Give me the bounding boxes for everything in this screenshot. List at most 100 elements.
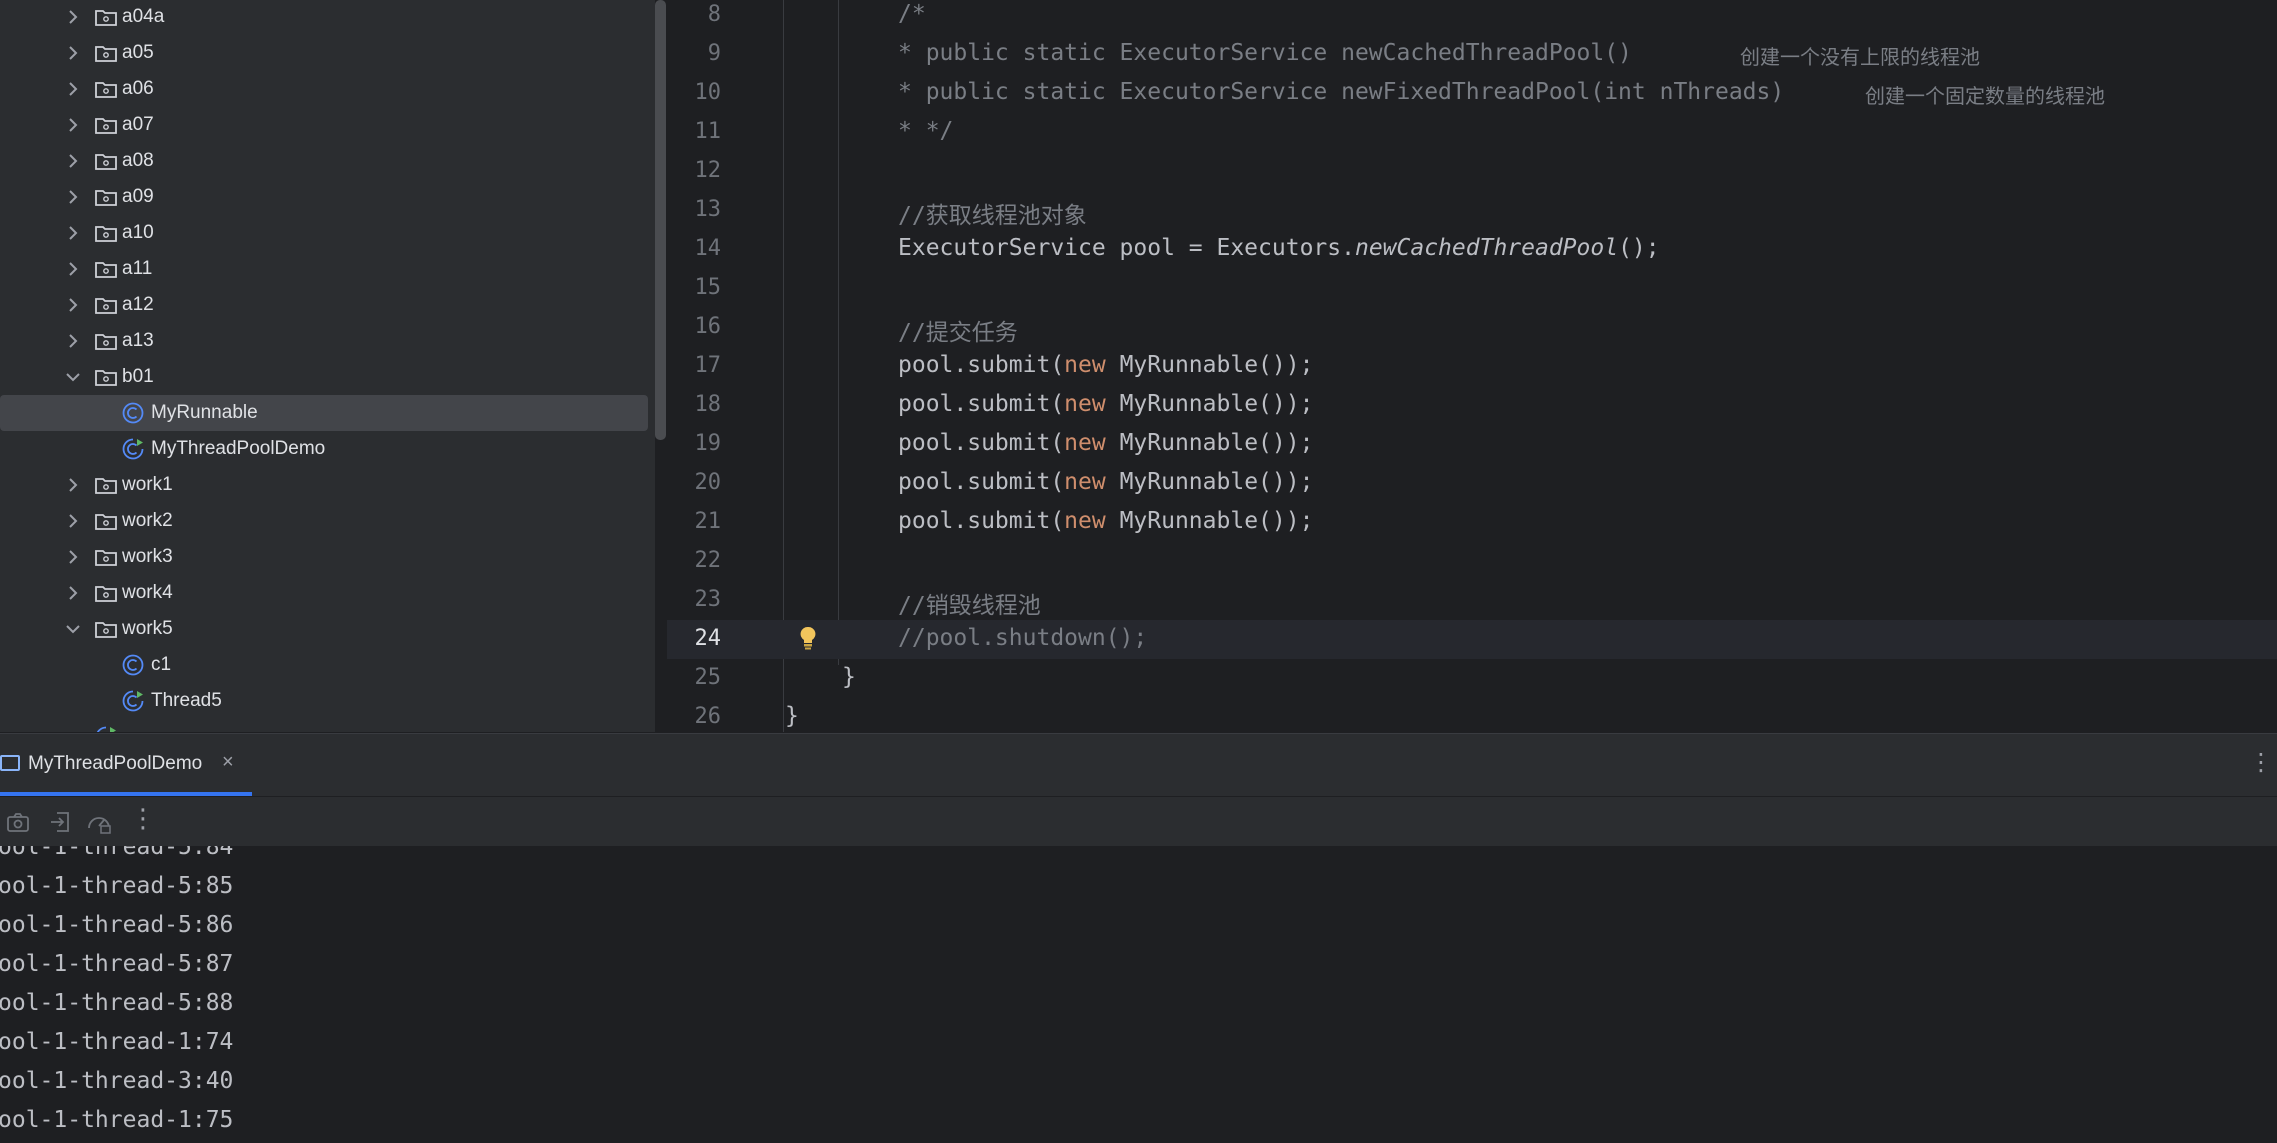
tree-item-label: work1 bbox=[122, 474, 173, 495]
tree-item-label: c1 bbox=[151, 654, 172, 675]
tree-item-a11[interactable]: a11 bbox=[0, 251, 648, 287]
tree-item-a10[interactable]: a10 bbox=[0, 215, 648, 251]
code-text: } bbox=[842, 664, 856, 690]
tree-item-work5[interactable]: work5 bbox=[0, 611, 648, 647]
tree-item-myrunnable[interactable]: MyRunnable bbox=[0, 395, 648, 431]
tab-mythreadpooldemo[interactable]: MyThreadPoolDemo × bbox=[0, 734, 252, 796]
tree-item-b01[interactable]: b01 bbox=[0, 359, 648, 395]
chevron-down-icon[interactable] bbox=[66, 370, 80, 384]
tree-item-label: b01 bbox=[122, 366, 154, 387]
chevron-right-icon[interactable] bbox=[66, 46, 80, 60]
console-output[interactable]: ool-1-thread-5:84 ool-1-thread-5:85 ool-… bbox=[0, 846, 2277, 1143]
package-folder-icon bbox=[95, 297, 117, 314]
package-folder-icon bbox=[95, 477, 117, 494]
code-text: pool.submit(new MyRunnable()); bbox=[898, 469, 1313, 495]
tree-item-label: MyThreadPoolDemo bbox=[151, 438, 326, 459]
code-token: pool.submit( bbox=[898, 508, 1065, 534]
package-folder-icon bbox=[95, 513, 117, 530]
code-line[interactable]: 12 bbox=[667, 152, 2277, 191]
code-line[interactable]: 10 * public static ExecutorService newFi… bbox=[667, 74, 2277, 113]
code-line[interactable]: 15 bbox=[667, 269, 2277, 308]
package-folder-icon bbox=[95, 189, 117, 206]
console-line: ool-1-thread-5:85 bbox=[0, 873, 234, 899]
tree-item-a05[interactable]: a05 bbox=[0, 35, 648, 71]
chevron-right-icon[interactable] bbox=[66, 82, 80, 96]
code-line[interactable]: 18 pool.submit(new MyRunnable()); bbox=[667, 386, 2277, 425]
chevron-right-icon[interactable] bbox=[66, 154, 80, 168]
tree-item-a09[interactable]: a09 bbox=[0, 179, 648, 215]
code-token: MyRunnable()); bbox=[1105, 391, 1314, 417]
tree-item-work4[interactable]: work4 bbox=[0, 575, 648, 611]
line-number: 23 bbox=[694, 587, 722, 612]
code-line[interactable]: 22 bbox=[667, 542, 2277, 581]
tree-item-a06[interactable]: a06 bbox=[0, 71, 648, 107]
code-line[interactable]: 16 //提交任务 bbox=[667, 308, 2277, 347]
code-line[interactable]: 17 pool.submit(new MyRunnable()); bbox=[667, 347, 2277, 386]
chevron-right-icon[interactable] bbox=[66, 514, 80, 528]
lightbulb-icon[interactable] bbox=[798, 625, 818, 651]
code-editor[interactable]: 8 /* 9 * public static ExecutorService n… bbox=[667, 0, 2277, 732]
tree-item-a08[interactable]: a08 bbox=[0, 143, 648, 179]
tree-item-label: work3 bbox=[122, 546, 173, 567]
tree-item-thread5[interactable]: Thread5 bbox=[0, 683, 648, 719]
project-tree: a04a a05 a06 a07 a08 a09 a10 a11 a12 a13… bbox=[0, 0, 655, 732]
console-line: ool-1-thread-1:75 bbox=[0, 1107, 234, 1133]
chevron-right-icon[interactable] bbox=[66, 334, 80, 348]
code-line[interactable]: 8 /* bbox=[667, 0, 2277, 35]
code-comment-note: 创建一个固定数量的线程池 bbox=[1865, 84, 2105, 108]
code-token: (); bbox=[1618, 235, 1660, 261]
more-vertical-icon[interactable]: ⋮ bbox=[130, 803, 156, 834]
code-text: //获取线程池对象 bbox=[898, 203, 1087, 229]
tree-item-label: work5 bbox=[122, 618, 173, 639]
tree-item-c1[interactable]: c1 bbox=[0, 647, 648, 683]
chevron-right-icon[interactable] bbox=[66, 262, 80, 276]
code-static-method: newCachedThreadPool bbox=[1354, 235, 1619, 261]
tree-item-label: Thread5 bbox=[151, 690, 222, 711]
chevron-right-icon[interactable] bbox=[66, 190, 80, 204]
chevron-right-icon[interactable] bbox=[66, 298, 80, 312]
code-token: pool.submit( bbox=[898, 391, 1065, 417]
chevron-down-icon[interactable] bbox=[66, 622, 80, 636]
code-line[interactable]: 11 * */ bbox=[667, 113, 2277, 152]
chevron-right-icon[interactable] bbox=[66, 550, 80, 564]
tab-label: MyThreadPoolDemo bbox=[28, 753, 203, 774]
code-line[interactable]: 25 } bbox=[667, 659, 2277, 698]
tree-item-a12[interactable]: a12 bbox=[0, 287, 648, 323]
chevron-right-icon[interactable] bbox=[66, 10, 80, 24]
code-line[interactable]: 14 ExecutorService pool = Executors.newC… bbox=[667, 230, 2277, 269]
tree-item-work2[interactable]: work2 bbox=[0, 503, 648, 539]
code-comment-note: 创建一个没有上限的线程池 bbox=[1740, 45, 1980, 69]
code-line[interactable]: 21 pool.submit(new MyRunnable()); bbox=[667, 503, 2277, 542]
chevron-right-icon[interactable] bbox=[66, 586, 80, 600]
chevron-right-icon[interactable] bbox=[66, 118, 80, 132]
tree-item-mythreadpooldemo[interactable]: MyThreadPoolDemo bbox=[0, 431, 648, 467]
close-icon[interactable]: × bbox=[222, 751, 234, 774]
package-folder-icon bbox=[95, 45, 117, 62]
code-line[interactable]: 13 //获取线程池对象 bbox=[667, 191, 2277, 230]
import-icon[interactable] bbox=[48, 810, 72, 834]
code-line[interactable]: 20 pool.submit(new MyRunnable()); bbox=[667, 464, 2277, 503]
tree-scrollbar[interactable] bbox=[655, 0, 666, 440]
tree-item-work1[interactable]: work1 bbox=[0, 467, 648, 503]
code-line[interactable]: 9 * public static ExecutorService newCac… bbox=[667, 35, 2277, 74]
package-folder-icon bbox=[95, 585, 117, 602]
speedometer-icon[interactable] bbox=[86, 810, 111, 834]
tree-item-a07[interactable]: a07 bbox=[0, 107, 648, 143]
code-text: //销毁线程池 bbox=[898, 593, 1041, 619]
code-line-current[interactable]: 24 //pool.shutdown(); bbox=[667, 620, 2277, 659]
console-line: ool-1-thread-1:74 bbox=[0, 1029, 234, 1055]
camera-icon[interactable] bbox=[6, 810, 30, 834]
tree-item-partial[interactable] bbox=[0, 719, 648, 732]
more-vertical-icon[interactable]: ⋮ bbox=[2249, 748, 2273, 777]
chevron-right-icon[interactable] bbox=[66, 226, 80, 240]
class-icon bbox=[122, 402, 144, 424]
console-line: ool-1-thread-5:88 bbox=[0, 990, 234, 1016]
tree-item-work3[interactable]: work3 bbox=[0, 539, 648, 575]
chevron-right-icon[interactable] bbox=[66, 478, 80, 492]
code-line[interactable]: 26 } bbox=[667, 698, 2277, 732]
line-number: 21 bbox=[694, 509, 722, 534]
tree-item-a13[interactable]: a13 bbox=[0, 323, 648, 359]
code-line[interactable]: 23 //销毁线程池 bbox=[667, 581, 2277, 620]
code-line[interactable]: 19 pool.submit(new MyRunnable()); bbox=[667, 425, 2277, 464]
tree-item-a04a[interactable]: a04a bbox=[0, 0, 648, 35]
